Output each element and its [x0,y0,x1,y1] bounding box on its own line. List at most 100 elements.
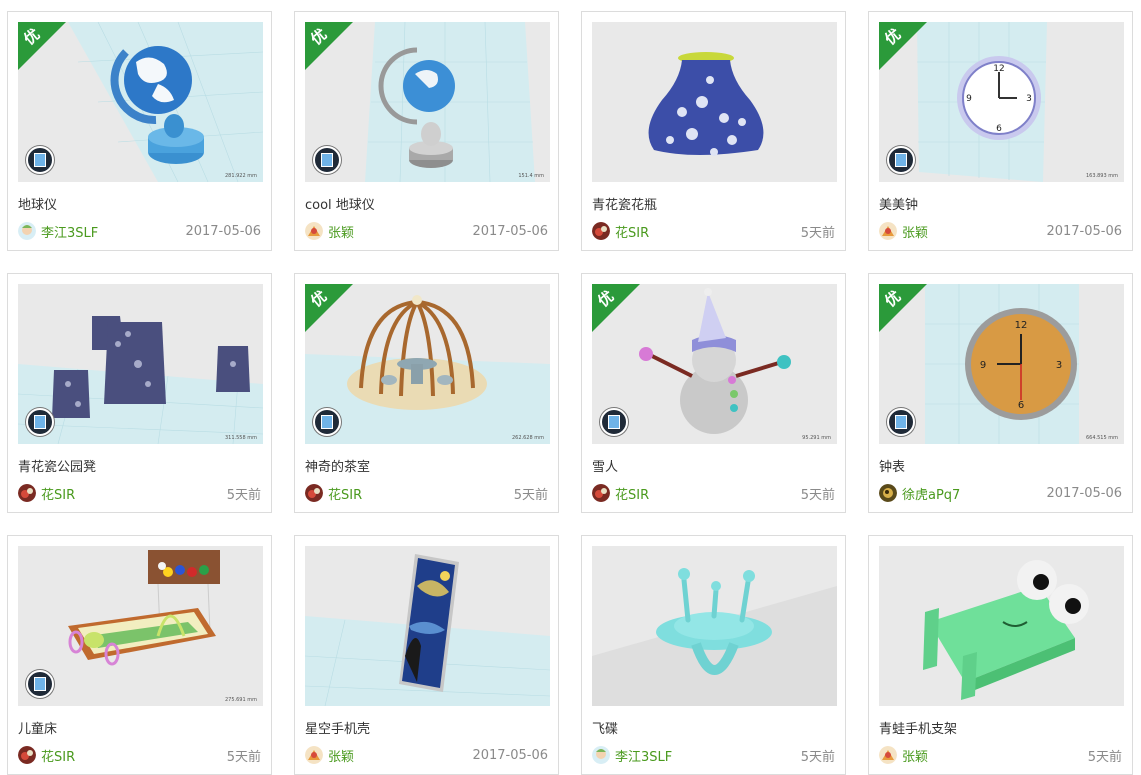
author-link[interactable]: 徐虎aPq7 [902,484,960,503]
avatar[interactable] [592,746,610,764]
model-card-clock[interactable]: 12 3 6 9 优 664.515 mm 钟表 徐虎aPq7 2017-05-06 [868,273,1133,513]
model-title[interactable]: 神奇的茶室 [305,456,370,475]
app-icon [26,670,54,698]
kids-bed-model-image [68,550,220,666]
svg-text:3: 3 [1026,94,1032,104]
scale-label: 275.691 mm [224,697,257,703]
avatar[interactable] [305,746,323,764]
model-card-cool-globe[interactable]: 优 151.4 mm cool 地球仪 张颖 2017-05-06 [294,11,559,251]
model-title[interactable]: 钟表 [879,456,905,475]
author-link[interactable]: 张颖 [902,746,928,765]
model-thumbnail[interactable]: 12 3 6 9 优 163.893 mm [879,22,1124,182]
scale-label: 163.893 mm [1085,173,1118,179]
model-thumbnail[interactable]: 275.691 mm [18,546,263,706]
avatar[interactable] [879,484,897,502]
author-link[interactable]: 花SIR [615,484,649,503]
date-label: 5天前 [1087,749,1122,765]
avatar[interactable] [879,222,897,240]
svg-text:3: 3 [1056,360,1062,371]
model-title[interactable]: 雪人 [592,456,618,475]
model-thumbnail[interactable] [879,546,1124,706]
model-card-kids-bed[interactable]: 275.691 mm 儿童床 花SIR 5天前 [7,535,272,775]
date-label: 5天前 [226,487,261,503]
vase-model-image [648,52,764,156]
scale-label: 95.291 mm [802,435,831,441]
scale-label: 151.4 mm [518,173,544,179]
date-label: 2017-05-06 [185,223,261,239]
author-link[interactable]: 张颖 [328,222,354,241]
svg-text:9: 9 [966,94,972,104]
model-title[interactable]: cool 地球仪 [305,194,375,213]
model-card-vase[interactable]: 青花瓷花瓶 花SIR 5天前 [581,11,846,251]
author-link[interactable]: 张颖 [902,222,928,241]
avatar[interactable] [305,222,323,240]
model-thumbnail[interactable] [592,22,837,182]
model-title[interactable]: 星空手机壳 [305,718,370,737]
date-label: 2017-05-06 [472,747,548,763]
model-title[interactable]: 青蛙手机支架 [879,718,957,737]
avatar[interactable] [18,746,36,764]
author-link[interactable]: 李江3SLF [41,222,98,241]
date-label: 5天前 [513,487,548,503]
app-icon [887,408,915,436]
date-label: 5天前 [226,749,261,765]
avatar[interactable] [592,484,610,502]
svg-text:9: 9 [980,360,986,371]
author-link[interactable]: 李江3SLF [615,746,672,765]
author-link[interactable]: 花SIR [328,484,362,503]
scale-label: 262.628 mm [511,435,544,441]
date-label: 5天前 [800,487,835,503]
avatar[interactable] [18,484,36,502]
model-thumbnail[interactable]: 优 95.291 mm [592,284,837,444]
model-card-snowman[interactable]: 优 95.291 mm 雪人 花SIR 5天前 [581,273,846,513]
scale-label: 281.922 mm [224,173,257,179]
park-stools-model-image [18,316,263,444]
avatar[interactable] [879,746,897,764]
app-icon [26,408,54,436]
model-card-frog-phone-stand[interactable]: 青蛙手机支架 张颖 5天前 [868,535,1133,775]
svg-text:6: 6 [996,124,1002,134]
date-label: 5天前 [800,749,835,765]
model-thumbnail[interactable]: 优 151.4 mm [305,22,550,182]
model-title[interactable]: 儿童床 [18,718,57,737]
avatar[interactable] [305,484,323,502]
model-card-globe[interactable]: 优 281.922 mm 地球仪 李江3SLF 2017-05-06 [7,11,272,251]
author-link[interactable]: 花SIR [41,484,75,503]
date-label: 5天前 [800,225,835,241]
model-thumbnail[interactable]: 优 262.628 mm [305,284,550,444]
author-link[interactable]: 张颖 [328,746,354,765]
scale-label: 664.515 mm [1085,435,1118,441]
model-title[interactable]: 青花瓷花瓶 [592,194,657,213]
svg-text:12: 12 [1015,320,1028,331]
app-icon [600,408,628,436]
author-link[interactable]: 花SIR [41,746,75,765]
model-card-clock-pretty[interactable]: 12 3 6 9 优 163.893 mm 美美钟 张颖 2017-05-06 [868,11,1133,251]
model-thumbnail[interactable]: 优 281.922 mm [18,22,263,182]
svg-text:6: 6 [1018,400,1024,411]
model-thumbnail[interactable]: 311.558 mm [18,284,263,444]
phone-case-model-image [305,554,550,706]
model-title[interactable]: 飞碟 [592,718,618,737]
avatar[interactable] [18,222,36,240]
model-thumbnail[interactable]: 12 3 6 9 优 664.515 mm [879,284,1124,444]
app-icon [26,146,54,174]
model-card-park-stools[interactable]: 311.558 mm 青花瓷公园凳 花SIR 5天前 [7,273,272,513]
model-thumbnail[interactable] [305,546,550,706]
avatar[interactable] [592,222,610,240]
model-title[interactable]: 地球仪 [18,194,57,213]
app-icon [887,146,915,174]
model-thumbnail[interactable] [592,546,837,706]
date-label: 2017-05-06 [1046,485,1122,501]
frog-stand-model-image [923,560,1089,700]
model-card-tea-room[interactable]: 优 262.628 mm 神奇的茶室 花SIR 5天前 [294,273,559,513]
app-icon [313,408,341,436]
app-icon [313,146,341,174]
model-card-ufo[interactable]: 飞碟 李江3SLF 5天前 [581,535,846,775]
date-label: 2017-05-06 [472,223,548,239]
author-link[interactable]: 花SIR [615,222,649,241]
model-title[interactable]: 青花瓷公园凳 [18,456,96,475]
scale-label: 311.558 mm [224,435,257,441]
model-title[interactable]: 美美钟 [879,194,918,213]
model-card-starry-phone-case[interactable]: 星空手机壳 张颖 2017-05-06 [294,535,559,775]
date-label: 2017-05-06 [1046,223,1122,239]
